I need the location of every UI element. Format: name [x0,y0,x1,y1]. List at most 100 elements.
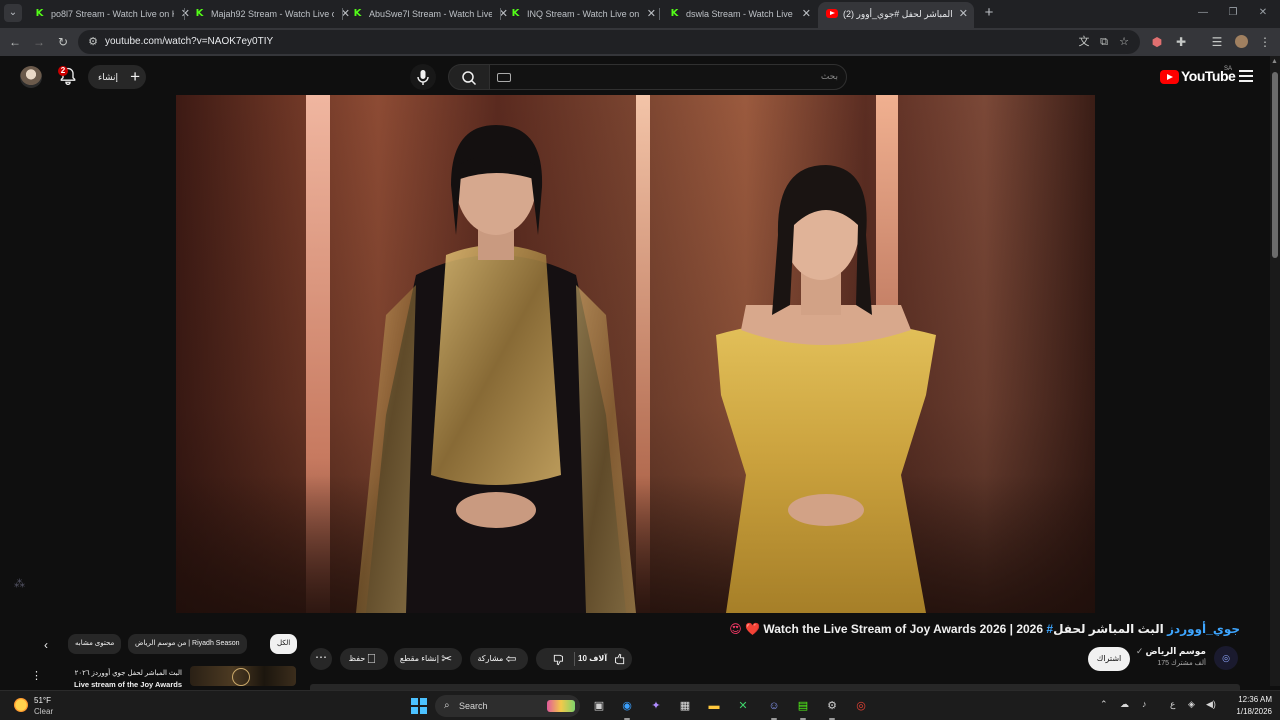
title-arabic: البث المباشر لحفل [1053,622,1164,636]
extension-icon[interactable]: ⬢ [1148,33,1166,51]
browser-toolbar: ← → ↻ ⚙ youtube.com/watch?v=NAOK7ey0TIY … [0,28,1280,56]
award-emblem [232,668,250,686]
account-avatar[interactable] [20,66,42,88]
task-view-icon[interactable]: ▣ [589,696,609,716]
tab-divider [659,8,660,20]
reload-icon[interactable]: ↻ [54,33,72,51]
open-in-app-icon[interactable]: ⧉ [1096,34,1112,50]
network-icon[interactable]: ◈ [1188,699,1195,710]
weather-widget[interactable]: 51°F Clear [14,695,74,717]
site-info-icon[interactable]: ⚙ [86,35,100,49]
share-arrow-icon: ⇦ [505,651,517,666]
windows-taskbar: 51°F Clear ⌕ Search ▣ ◉ ✦ ▦ ▬ ✕ ☺ ▤ ⚙ ◎ … [0,690,1280,720]
taskbar-search[interactable]: ⌕ Search [435,695,580,717]
browser-tab[interactable]: K Majah92 Stream - Watch Live on Kick ✕ [186,2,356,26]
browser-tab[interactable]: K po8l7 Stream - Watch Live on Kick ✕ [26,2,196,26]
keyboard-icon[interactable] [497,73,511,82]
close-window-icon[interactable]: ✕ [1248,4,1278,22]
windows-start-icon[interactable] [411,698,427,714]
like-button[interactable]: 10 آلاف [578,648,626,670]
minimize-icon[interactable]: — [1188,4,1218,22]
browser-tab[interactable]: K dswla Stream - Watch Live on Kick ✕ [661,2,817,26]
tray-overflow-icon[interactable]: ⌃ [1100,699,1108,710]
close-tab-icon[interactable]: ✕ [647,2,656,26]
browser-tab-active[interactable]: (2) البث المباشر لحفل #جوي_أوور ✕ [818,2,974,28]
xbox-icon[interactable]: ✕ [733,696,753,716]
kick-app-icon[interactable]: ▤ [793,696,813,720]
chip-related[interactable]: محتوى مشابه [68,634,122,654]
onedrive-icon[interactable]: ☁ [1120,699,1129,710]
restore-icon[interactable]: ❐ [1218,4,1248,22]
new-tab-button[interactable]: + [980,4,998,22]
copilot-icon[interactable]: ✦ [646,696,666,716]
tab-divider [500,8,501,20]
create-button[interactable]: إنشاء + [88,65,147,89]
microphone-tray-icon[interactable]: ♪ [1142,699,1147,709]
search-input[interactable] [538,68,838,86]
video-title: 😍 ❤️ Watch the Live Stream of Joy Awards… [729,622,1240,636]
forward-icon[interactable]: → [30,33,48,51]
scrollbar-thumb[interactable] [1272,72,1278,258]
extensions-puzzle-icon[interactable]: ✚ [1172,33,1190,51]
reading-list-icon[interactable]: ☰ [1208,33,1226,51]
related-title-arabic: البث المباشر لحفل جوي أووردز ٢٠٢٦ [74,670,182,677]
translate-icon[interactable]: 文 [1076,34,1092,50]
bookmark-star-icon[interactable]: ☆ [1116,34,1132,50]
search-button[interactable] [448,64,490,90]
channel-info[interactable]: ✓ موسم الرياض 175 ألف مشترك [1136,646,1206,667]
chip-from-channel[interactable]: من موسم الرياض | Riyadh Season [128,634,247,654]
system-clock[interactable]: 12:36 AM 1/18/2026 [1224,694,1272,718]
profile-avatar[interactable] [1232,33,1250,51]
create-label: إنشاء [98,72,119,82]
back-icon[interactable]: ← [6,33,24,51]
app-icon[interactable]: ⚙ [822,696,842,720]
thumbs-down-icon [553,654,563,666]
browser-tab[interactable]: K AbuSwe7l Stream - Watch Live on Kick ✕ [344,2,514,26]
loading-spinner-icon: ⁂ [14,578,25,590]
close-tab-icon[interactable]: ✕ [959,2,968,26]
logo-country-code: SA [1224,66,1233,72]
weather-temperature: 51°F [34,696,51,705]
chevron-left-icon[interactable]: ‹ [38,637,54,653]
share-button[interactable]: مشاركة ⇦ [470,648,528,670]
dislike-button[interactable] [544,648,574,670]
file-explorer-icon[interactable]: ▬ [704,696,724,716]
more-actions-button[interactable]: ⋯ [310,648,332,670]
tab-title: dswla Stream - Watch Live on Kick [686,9,795,19]
input-language-indicator[interactable]: ع [1170,699,1175,710]
save-label: حفظ [348,654,366,664]
video-player[interactable] [176,95,1095,613]
related-video-title[interactable]: البث المباشر لحفل جوي أووردز ٢٠٢٦ Live s… [52,668,182,690]
clip-button[interactable]: إنشاء مقطع ✂ [394,648,462,670]
kick-icon: K [35,8,44,19]
save-button[interactable]: حفظ ⎕ [340,648,388,670]
browser-tab[interactable]: K INQ Stream - Watch Live on Kick ✕ [502,2,662,26]
tab-title: (2) البث المباشر لحفل #جوي_أوور [843,9,952,19]
close-tab-icon[interactable]: ✕ [802,2,811,26]
chrome-icon[interactable]: ◎ [851,696,871,716]
address-bar[interactable]: ⚙ youtube.com/watch?v=NAOK7ey0TIY 文 ⧉ ☆ [78,30,1140,54]
bookmark-icon: ⎕ [367,651,376,666]
url-text[interactable]: youtube.com/watch?v=NAOK7ey0TIY [105,30,273,54]
guide-menu-icon[interactable] [1239,70,1253,82]
channel-logo[interactable]: ◎ [1214,646,1238,670]
discord-icon[interactable]: ☺ [764,696,784,720]
subscribe-button[interactable]: اشتراك [1088,647,1130,671]
related-more-icon[interactable]: ⋮ [31,669,42,682]
tab-search-button[interactable]: ⌄ [4,4,22,22]
channel-name[interactable]: موسم الرياض [1145,646,1206,656]
browser-menu-icon[interactable]: ⋮ [1256,33,1274,51]
store-icon[interactable]: ▦ [675,696,695,716]
title-english: Watch the Live Stream of Joy Awards 2026… [763,622,1044,636]
search-field[interactable] [489,64,847,90]
browser-tab-strip: ⌄ K po8l7 Stream - Watch Live on Kick ✕ … [0,0,1280,28]
voice-search-button[interactable] [410,64,436,90]
volume-icon[interactable]: ◀) [1206,699,1216,710]
edge-browser-icon[interactable]: ◉ [617,696,637,720]
share-label: مشاركة [477,654,504,664]
related-video-thumbnail[interactable] [190,666,296,686]
tab-divider [184,8,185,20]
chip-all[interactable]: الكل [270,634,298,654]
scroll-up-arrow-icon[interactable]: ▲ [1271,58,1278,65]
like-count: 10 آلاف [578,654,608,663]
